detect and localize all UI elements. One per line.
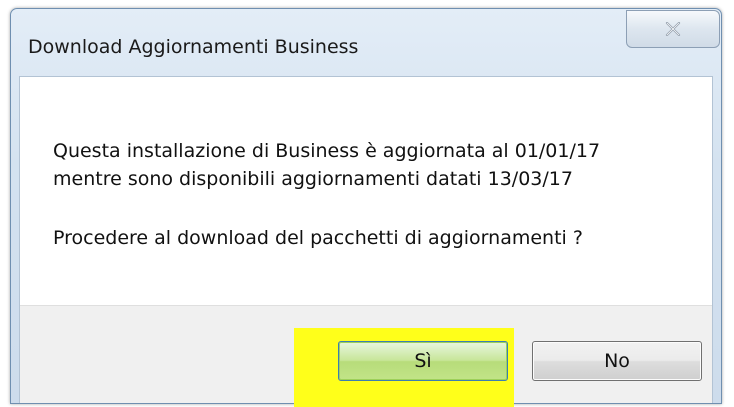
message-line-1: Questa installazione di Business è aggio… [53,140,601,162]
yes-button[interactable]: Sì [338,341,508,381]
question-text: Procedere al download del pacchetti di a… [53,227,583,249]
button-bar: Sì No [20,305,712,407]
message-area: Questa installazione di Business è aggio… [20,77,712,305]
dialog-title: Download Aggiornamenti Business [28,36,359,58]
close-x-icon [665,22,681,36]
no-button[interactable]: No [532,341,702,381]
close-button[interactable] [626,10,720,48]
dialog-titlebar[interactable]: Download Aggiornamenti Business [11,9,721,77]
update-dialog-window: Download Aggiornamenti Business Questa i… [10,8,722,407]
dialog-client-area: Questa installazione di Business è aggio… [19,76,713,407]
screen: Download Aggiornamenti Business Questa i… [0,0,734,407]
message-line-2: mentre sono disponibili aggiornamenti da… [53,168,573,190]
